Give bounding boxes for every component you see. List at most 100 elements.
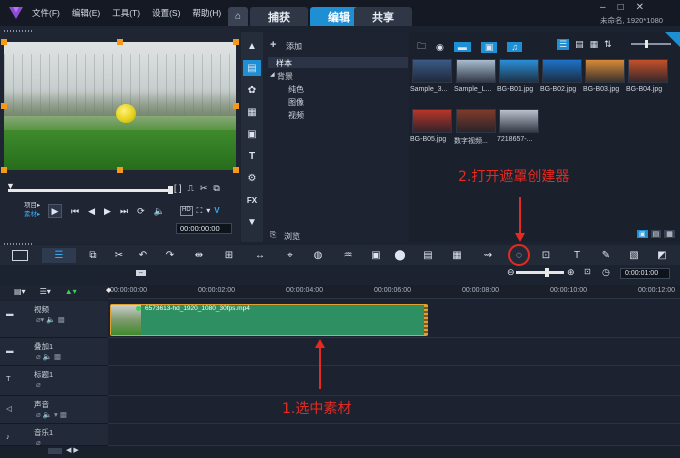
fx-icon[interactable]: FX — [243, 192, 261, 208]
zoom-out-icon[interactable]: ⊖ — [507, 267, 515, 278]
fit-icon[interactable]: ⇔ — [136, 270, 146, 276]
crop-handle[interactable] — [233, 167, 239, 173]
scrub-handle-icon[interactable]: ▼ — [6, 181, 15, 191]
tree-item-solid-color[interactable]: 纯色 — [288, 84, 304, 95]
fit-project-icon[interactable]: ⊡ — [584, 267, 591, 276]
scrub-end-marker[interactable] — [168, 186, 173, 194]
browse-label[interactable]: 浏览 — [284, 231, 300, 242]
export-icon[interactable]: ◩ — [655, 249, 669, 261]
track-controls[interactable]: ⌀▾ 🔈 ▩ — [36, 315, 65, 324]
grid-view-icon[interactable]: ▦ — [590, 39, 599, 50]
subtitle-icon[interactable]: ▤ — [421, 249, 435, 261]
timeline-view-button[interactable]: ☰ — [42, 248, 76, 263]
import-folder-icon[interactable]: 🗀 — [417, 39, 426, 55]
camera-icon[interactable]: ⊡ — [539, 249, 553, 261]
enlarge-icon[interactable]: ⛶ — [197, 206, 203, 216]
show-photo-icon[interactable]: ▣ — [480, 41, 498, 53]
instant-project-icon[interactable]: ✿ — [243, 82, 261, 98]
tree-item-sample[interactable]: 样本 — [276, 58, 292, 69]
go-start-icon[interactable]: ⏮ — [71, 206, 79, 217]
trim-icon[interactable]: ⇹ — [192, 249, 206, 261]
track-controls[interactable]: ⌀ 🔈 ▾ ▩ — [36, 410, 67, 419]
repeat-icon[interactable]: ⟳ — [137, 206, 145, 217]
track-scroll-arrows-icon[interactable]: ◀ ▶ — [66, 446, 79, 454]
tree-item-video[interactable]: 视频 — [288, 110, 304, 121]
next-frame-icon[interactable]: ▶ — [104, 206, 111, 217]
transition-icon[interactable]: ▦ — [243, 104, 261, 120]
text-icon[interactable]: T — [570, 249, 584, 261]
split-screen-icon[interactable]: ▦ — [450, 249, 464, 261]
record-icon[interactable]: ◉ — [436, 42, 444, 53]
clip-mode-label[interactable]: 素材▸ — [24, 210, 40, 219]
crop-handle[interactable] — [233, 39, 239, 45]
panel-detail-icon[interactable]: ▦ — [664, 230, 675, 238]
sort-icon[interactable]: ⇅ — [604, 39, 612, 50]
add-icon[interactable]: + — [270, 39, 276, 51]
track-row[interactable] — [108, 366, 680, 396]
library-thumb[interactable] — [499, 109, 539, 133]
storyboard-view-icon[interactable] — [12, 250, 28, 261]
motion-path-icon[interactable]: ⇝ — [481, 249, 495, 261]
dropdown-icon[interactable]: ▾ — [206, 206, 210, 216]
crop-handle[interactable] — [117, 39, 123, 45]
library-thumb[interactable] — [412, 59, 452, 83]
track-row[interactable] — [108, 338, 680, 366]
split-clip-icon[interactable]: ✂ — [112, 249, 126, 261]
color-grade-icon[interactable]: ✎ — [599, 249, 613, 261]
menu-tools[interactable]: 工具(T) — [112, 7, 140, 19]
down-arrow-icon[interactable]: ▼ — [243, 214, 261, 230]
home-button[interactable]: ⌂ — [228, 7, 248, 26]
prev-frame-icon[interactable]: ◀ — [88, 206, 95, 217]
undo-icon[interactable]: ↶ — [136, 249, 150, 261]
redo-icon[interactable]: ↷ — [163, 249, 177, 261]
library-thumb[interactable] — [499, 59, 539, 83]
expand-icon[interactable]: ◢ — [270, 71, 275, 78]
thumb-view-icon[interactable]: ▤ — [575, 39, 584, 50]
pan-icon[interactable]: ↔ — [253, 249, 267, 261]
menu-help[interactable]: 帮助(H) — [192, 7, 221, 19]
track-scroll-thumb[interactable] — [48, 448, 62, 454]
panel-options-icon[interactable]: ▣ — [637, 230, 648, 238]
library-thumb[interactable] — [585, 59, 625, 83]
v-icon[interactable]: V — [214, 206, 219, 216]
zoom-handle[interactable] — [545, 268, 549, 277]
play-mode-toggle[interactable]: 项目▸ 素材▸ — [24, 201, 40, 219]
track-motion-icon[interactable]: ⬤ — [393, 249, 407, 261]
clip-trim-handle[interactable] — [424, 305, 428, 335]
resize-icon[interactable]: ⊞ — [222, 249, 236, 261]
zoom-in-icon[interactable]: ⊕ — [567, 267, 575, 278]
tab-capture[interactable]: 捕获 — [250, 7, 308, 26]
browse-icon[interactable]: ⎘ — [270, 230, 276, 240]
chapter-icon[interactable]: ☰▾ — [40, 287, 51, 296]
crop-handle[interactable] — [233, 103, 239, 109]
library-thumb[interactable] — [628, 59, 668, 83]
track-row[interactable] — [108, 396, 680, 424]
library-thumb[interactable] — [456, 109, 496, 133]
tree-item-background[interactable]: 背景 — [277, 71, 293, 82]
track-controls[interactable]: ⌀ — [36, 380, 41, 389]
copy-icon[interactable]: ⧉ — [213, 183, 219, 194]
library-thumb[interactable] — [412, 109, 452, 133]
minimize-icon[interactable]: – — [600, 2, 606, 13]
show-audio-icon[interactable]: ♫ — [507, 42, 523, 52]
ripple-icon[interactable]: ▲▾ — [65, 287, 77, 296]
menu-file[interactable]: 文件(F) — [32, 7, 60, 19]
transform-icon[interactable]: ⌖ — [283, 249, 297, 261]
media-icon[interactable]: ▤ — [243, 60, 261, 76]
track-controls[interactable]: ⌀ 🔈 ▩ — [36, 352, 61, 361]
mark-in-icon[interactable]: [ ] — [174, 183, 182, 194]
zoom-slider[interactable] — [516, 271, 564, 274]
playhead-icon[interactable]: ◆ — [106, 286, 111, 294]
show-video-icon[interactable]: ▬ — [453, 42, 471, 52]
maximize-icon[interactable]: □ — [618, 2, 624, 13]
record-screen-icon[interactable]: ◍ — [311, 249, 325, 261]
graphic-icon[interactable]: ▣ — [243, 126, 261, 142]
track-header[interactable] — [0, 366, 108, 396]
panel-list-icon[interactable]: ▤ — [650, 230, 662, 238]
menu-edit[interactable]: 编辑(E) — [72, 7, 100, 19]
library-thumb[interactable] — [542, 59, 582, 83]
tab-share[interactable]: 共享 — [354, 7, 412, 26]
volume-icon[interactable]: 🔈 — [154, 206, 165, 217]
go-end-icon[interactable]: ⏭ — [120, 206, 128, 217]
close-icon[interactable]: ✕ — [636, 2, 644, 13]
